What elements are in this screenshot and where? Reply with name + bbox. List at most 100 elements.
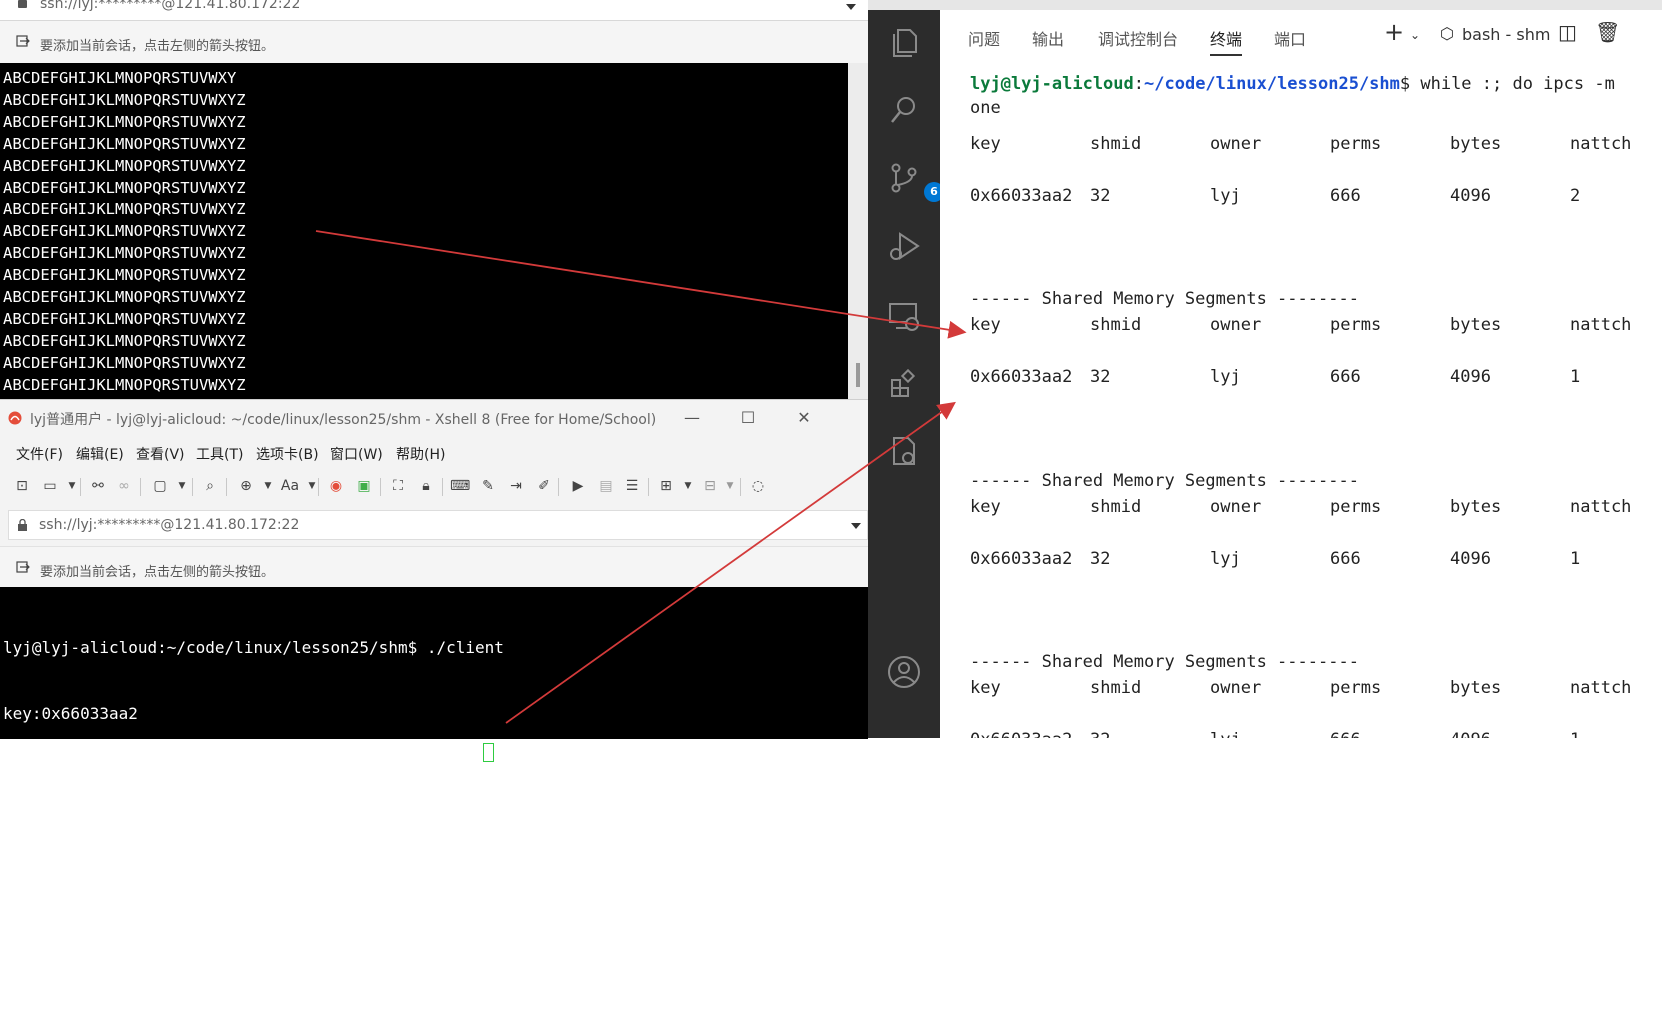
- account-icon[interactable]: [886, 654, 922, 690]
- script-icon[interactable]: ✐: [534, 476, 554, 496]
- title-bar: lyj普通用户 - lyj@lyj-alicloud: ~/code/linux…: [0, 400, 868, 436]
- chevron-down-icon[interactable]: [846, 4, 856, 10]
- cell-key: 0x66033aa2: [970, 549, 1073, 569]
- menu-help[interactable]: 帮助(H): [396, 444, 445, 464]
- tab-terminal[interactable]: 终端: [1210, 26, 1243, 56]
- explorer-icon[interactable]: [886, 24, 922, 60]
- terminal-line: ABCDEFGHIJKLMNOPQRSTUVWXYZ: [3, 244, 246, 263]
- tab-debug-console[interactable]: 调试控制台: [1098, 26, 1178, 50]
- column-header-shmid: shmid: [1090, 678, 1142, 698]
- menu-edit[interactable]: 编辑(E): [76, 444, 124, 464]
- session-hint: 要添加当前会话，点击左侧的箭头按钮。: [40, 39, 275, 54]
- stop-icon[interactable]: ▤: [596, 476, 616, 496]
- toolbar-divider: [226, 478, 227, 496]
- fullscreen-icon[interactable]: ⛶: [388, 476, 408, 496]
- trash-icon[interactable]: 🗑︎: [1595, 20, 1620, 44]
- chevron-down-icon[interactable]: ▼: [258, 476, 278, 496]
- toolbar-divider: [558, 478, 559, 496]
- terminal[interactable]: lyj@lyj-alicloud:~/code/linux/lesson25/s…: [0, 587, 868, 987]
- tab-output[interactable]: 输出: [1032, 26, 1064, 50]
- add-session-icon[interactable]: [16, 35, 30, 48]
- menu-window[interactable]: 窗口(W): [330, 444, 383, 464]
- terminal-name[interactable]: bash - shm: [1462, 25, 1550, 44]
- chevron-down-icon[interactable]: ▼: [720, 476, 740, 496]
- top-terminal[interactable]: ABCDEFGHIJKLMNOPQRSTUVWXY ABCDEFGHIJKLMNO…: [0, 63, 848, 399]
- toolbar-divider: [318, 478, 319, 496]
- add-session-icon[interactable]: [16, 561, 30, 574]
- new-tab-icon[interactable]: ⊞: [656, 476, 676, 496]
- cell-bytes: 4096: [1450, 367, 1491, 387]
- open-folder-icon[interactable]: ▭: [40, 476, 60, 496]
- font-button[interactable]: Aa: [280, 476, 300, 496]
- compose-icon[interactable]: ✎: [478, 476, 498, 496]
- minimize-button[interactable]: —: [680, 406, 704, 430]
- transfer-icon[interactable]: ⇥: [506, 476, 526, 496]
- link-icon[interactable]: ∞: [114, 476, 134, 496]
- column-header-key: key: [970, 315, 1001, 335]
- prompt-path: ~/code/linux/lesson25/shm: [1144, 74, 1400, 94]
- column-header-owner: owner: [1210, 678, 1262, 698]
- source-control-icon[interactable]: 6: [886, 160, 944, 202]
- menu-file[interactable]: 文件(F): [16, 444, 63, 464]
- xftp-icon[interactable]: ▣: [354, 476, 374, 496]
- chevron-down-icon[interactable]: ▼: [678, 476, 698, 496]
- new-terminal-icon[interactable]: +: [1384, 18, 1404, 46]
- top-address-text: ssh://lyj:*********@121.41.80.172:22: [40, 0, 301, 12]
- column-header-bytes: bytes: [1450, 678, 1502, 698]
- cell-perms: 666: [1330, 186, 1361, 206]
- menu-view[interactable]: 查看(V): [136, 444, 185, 464]
- remote-explorer-icon[interactable]: [886, 298, 922, 334]
- close-button[interactable]: ✕: [792, 406, 816, 430]
- terminal[interactable]: lyj@lyj-alicloud:~/code/linux/lesson25/s…: [940, 70, 1662, 738]
- menu-tabs[interactable]: 选项卡(B): [256, 444, 319, 464]
- cell-bytes: 4096: [1450, 186, 1491, 206]
- segments-header: ------ Shared Memory Segments --------: [970, 471, 1359, 491]
- extensions-icon[interactable]: [886, 366, 922, 402]
- terminal-line: ABCDEFGHIJKLMNOPQRSTUVWXYZ: [3, 112, 246, 131]
- cell-nattch: 1: [1570, 367, 1581, 387]
- keyboard-icon[interactable]: ⌨: [450, 476, 470, 496]
- new-session-icon[interactable]: ⊡: [12, 476, 32, 496]
- chevron-down-icon[interactable]: [851, 523, 861, 529]
- play-icon[interactable]: ▶: [568, 476, 588, 496]
- search-icon[interactable]: ⌕: [200, 476, 220, 496]
- chevron-down-icon[interactable]: ▼: [172, 476, 192, 496]
- cpp-tools-icon[interactable]: [886, 434, 922, 470]
- cell-bytes: 4096: [1450, 549, 1491, 569]
- split-terminal-icon[interactable]: ◫: [1558, 20, 1577, 44]
- layout-icon[interactable]: ⊟: [700, 476, 720, 496]
- chevron-down-icon[interactable]: ⌄: [1410, 28, 1420, 42]
- run-debug-icon[interactable]: [886, 228, 922, 264]
- xshell-logo-icon: [8, 411, 22, 425]
- terminal-output: lyj@lyj-alicloud:~/code/linux/lesson25/s…: [3, 593, 504, 1033]
- column-header-nattch: nattch: [1570, 678, 1632, 698]
- scrollbar-thumb[interactable]: [856, 363, 860, 387]
- column-header-bytes: bytes: [1450, 315, 1502, 335]
- terminal-line: ABCDEFGHIJKLMNOPQRSTUVWXYZ: [3, 331, 246, 350]
- chevron-down-icon[interactable]: ▼: [62, 476, 82, 496]
- menu-tools[interactable]: 工具(T): [196, 444, 243, 464]
- log-icon[interactable]: ☰: [622, 476, 642, 496]
- scrollbar[interactable]: [848, 63, 868, 399]
- address-bar[interactable]: ssh://lyj:*********@121.41.80.172:22: [8, 510, 868, 540]
- globe-icon[interactable]: ⊕: [236, 476, 256, 496]
- chevron-down-icon[interactable]: ▼: [302, 476, 322, 496]
- xshell-icon[interactable]: ◉: [326, 476, 346, 496]
- tab-problems[interactable]: 问题: [968, 26, 1000, 50]
- session-manager-icon[interactable]: ▢: [150, 476, 170, 496]
- cell-perms: 666: [1330, 730, 1361, 738]
- column-header-owner: owner: [1210, 497, 1262, 517]
- top-address-bar[interactable]: ssh://lyj:*********@121.41.80.172:22: [0, 0, 868, 21]
- terminal-line: ABCDEFGHIJKLMNOPQRSTUVWXYZ: [3, 156, 246, 175]
- cell-key: 0x66033aa2: [970, 730, 1072, 738]
- lock-icon[interactable]: 🔒︎: [416, 476, 436, 496]
- lock-icon: [18, 0, 27, 8]
- tab-ports[interactable]: 端口: [1274, 26, 1306, 50]
- maximize-button[interactable]: ☐: [736, 406, 760, 430]
- disconnect-icon[interactable]: ⚯: [88, 476, 108, 496]
- segments-header: ------ Shared Memory Segments --------: [970, 289, 1359, 309]
- terminal-line: virtual add:0x7f00430e2000: [3, 902, 254, 921]
- search-icon[interactable]: [886, 92, 922, 128]
- chat-icon[interactable]: ◌: [748, 476, 768, 496]
- terminal-line: ABCDEFGHIJKLMNOPQRSTUVWXYZ: [3, 266, 246, 285]
